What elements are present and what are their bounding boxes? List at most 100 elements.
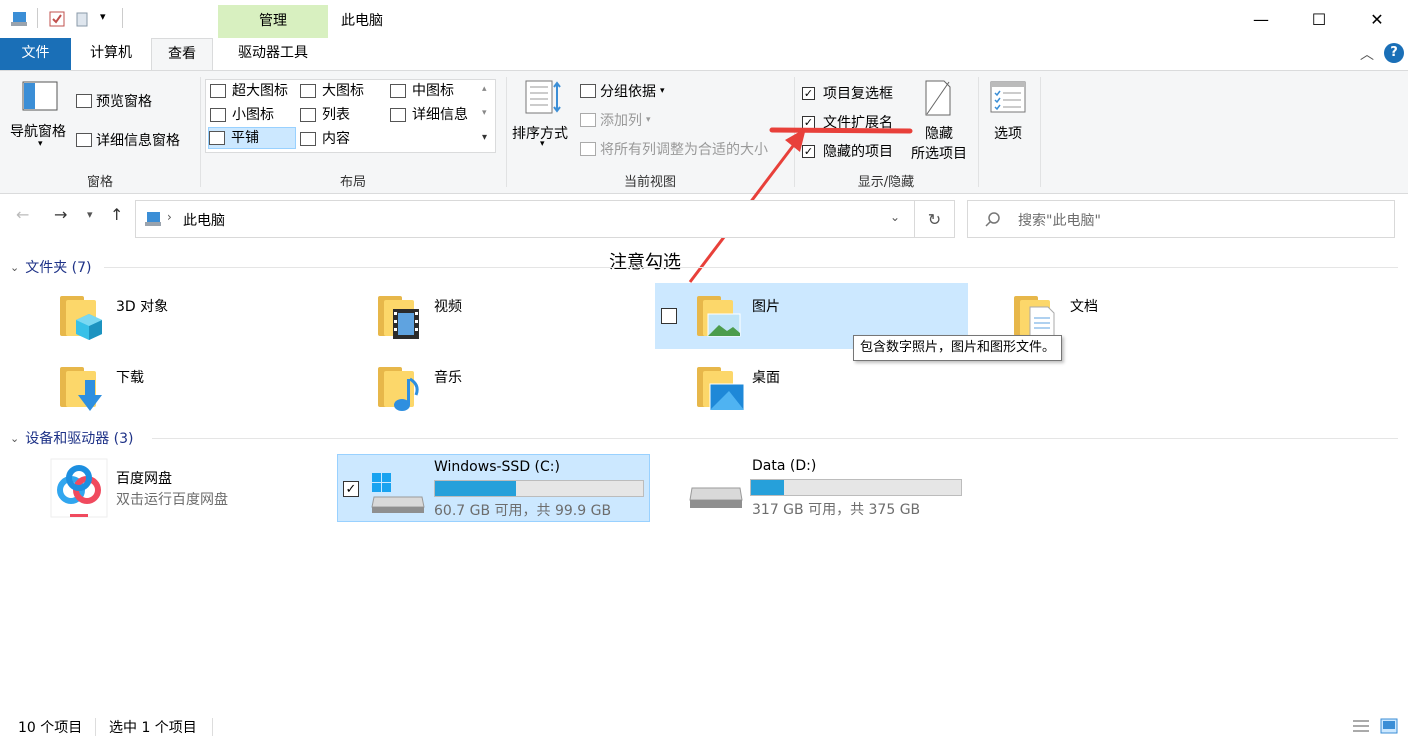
folder-name: 音乐 <box>434 370 462 386</box>
group-by-button[interactable]: 分组依据 ▾ <box>580 81 665 101</box>
tab-file[interactable]: 文件 <box>0 38 71 70</box>
drive-d-item[interactable]: Data (D:) 317 GB 可用，共 375 GB <box>688 454 988 522</box>
nav-pane-icon <box>22 81 58 111</box>
layout-large-icons[interactable]: 大图标 <box>300 80 386 102</box>
maximize-button[interactable]: ☐ <box>1290 0 1348 38</box>
hidden-items-checkbox[interactable]: ✓ <box>802 144 815 158</box>
folder-videos[interactable]: 视频 <box>374 286 634 348</box>
drive-space: 317 GB 可用，共 375 GB <box>752 502 921 518</box>
layout-extra-large-icons[interactable]: 超大图标 <box>210 80 296 102</box>
search-input[interactable]: 搜索"此电脑" <box>1018 210 1101 230</box>
address-bar[interactable]: › 此电脑 ⌄ <box>135 200 915 238</box>
forward-button[interactable]: → <box>54 205 67 224</box>
film-icon <box>393 309 419 339</box>
drive-name: Windows-SSD (C:) <box>434 459 560 475</box>
sort-by-button[interactable]: 排序方式 ▾ <box>512 77 576 167</box>
nav-pane-button[interactable]: 导航窗格 ▾ <box>8 77 76 165</box>
folder-desktop[interactable]: 桌面 <box>693 357 953 419</box>
item-checkboxes-label: 项目复选框 <box>823 86 893 102</box>
file-extensions-toggle[interactable]: ✓ 文件扩展名 <box>802 112 893 132</box>
layout-medium-icons[interactable]: 中图标 <box>390 80 480 102</box>
refresh-button[interactable]: ↻ <box>915 200 955 238</box>
options-button[interactable]: 选项 <box>984 77 1032 167</box>
section-header-devices[interactable]: ⌄ 设备和驱动器 (3) <box>10 428 134 448</box>
details-pane-button[interactable]: 详细信息窗格 <box>76 130 180 150</box>
desktop-icon <box>709 383 745 411</box>
up-button[interactable]: ↑ <box>110 205 123 224</box>
hidden-items-label: 隐藏的项目 <box>823 144 893 160</box>
search-icon <box>985 212 1000 227</box>
back-button[interactable]: ← <box>16 205 29 224</box>
preview-pane-button[interactable]: 预览窗格 <box>76 91 152 111</box>
group-label-show-hide: 显示/隐藏 <box>857 175 915 190</box>
tab-view[interactable]: 查看 <box>151 38 213 70</box>
gallery-up-icon[interactable]: ▴ <box>482 84 487 94</box>
search-box[interactable]: 搜索"此电脑" <box>967 200 1395 238</box>
large-icons-icon <box>300 84 316 98</box>
group-separator <box>978 77 979 187</box>
item-checkbox[interactable] <box>661 308 677 324</box>
gallery-down-icon[interactable]: ▾ <box>482 108 487 118</box>
status-selected-count: 选中 1 个项目 <box>109 720 197 736</box>
file-extensions-checkbox[interactable]: ✓ <box>802 115 815 129</box>
small-icons-icon <box>210 108 226 122</box>
close-button[interactable]: ✕ <box>1348 0 1406 38</box>
help-icon[interactable]: ? <box>1384 43 1404 63</box>
group-by-icon <box>580 84 596 98</box>
folder-name: 下载 <box>116 370 144 386</box>
group-label-panes: 窗格 <box>86 175 113 190</box>
3d-cube-icon <box>76 314 102 340</box>
fit-columns-icon <box>580 142 596 156</box>
fit-columns-button[interactable]: 将所有列调整为合适的大小 <box>580 139 790 159</box>
minimize-button[interactable]: — <box>1232 0 1290 38</box>
large-icons-view-icon[interactable] <box>1380 718 1398 734</box>
item-name: 百度网盘 <box>116 471 172 487</box>
hard-drive-icon <box>689 487 743 508</box>
drive-usage-bar <box>750 479 962 496</box>
layout-details[interactable]: 详细信息 <box>390 104 480 126</box>
chevron-down-icon: ⌄ <box>10 260 20 274</box>
hidden-items-toggle[interactable]: ✓ 隐藏的项目 <box>802 141 893 161</box>
baidu-netdisk-item[interactable]: 百度网盘 双击运行百度网盘 <box>48 458 328 520</box>
context-tab-header: 管理 <box>218 5 328 38</box>
layout-list[interactable]: 列表 <box>300 104 386 126</box>
content-icon <box>300 132 316 146</box>
group-label-layout: 布局 <box>339 175 366 190</box>
folder-music[interactable]: 音乐 <box>374 357 634 419</box>
windows-drive-icon <box>371 473 425 513</box>
layout-small-icons[interactable]: 小图标 <box>210 104 296 126</box>
tab-drive-tools[interactable]: 驱动器工具 <box>218 38 328 70</box>
tab-computer[interactable]: 计算机 <box>80 38 142 70</box>
hide-selected-icon <box>925 80 951 116</box>
ribbon-tabs: 文件 计算机 查看 驱动器工具 ︿ ? <box>0 38 1408 70</box>
layout-tiles[interactable]: 平铺 <box>208 127 296 149</box>
layout-content[interactable]: 内容 <box>300 128 386 150</box>
properties-icon[interactable] <box>48 10 66 28</box>
status-item-count: 10 个项目 <box>18 720 83 736</box>
new-folder-icon[interactable] <box>74 10 92 28</box>
address-dropdown-icon[interactable]: ⌄ <box>890 210 900 224</box>
folder-downloads[interactable]: 下载 <box>56 357 316 419</box>
item-checkbox[interactable]: ✓ <box>343 481 359 497</box>
item-checkboxes-toggle[interactable]: ✓ 项目复选框 <box>802 83 893 103</box>
hide-selected-button[interactable]: 隐藏 所选项目 <box>906 77 972 167</box>
collapse-ribbon-icon[interactable]: ︿ <box>1360 44 1374 64</box>
drive-usage-fill <box>435 481 517 496</box>
details-view-icon[interactable] <box>1352 718 1370 734</box>
section-header-folders[interactable]: ⌄ 文件夹 (7) <box>10 257 92 277</box>
add-column-button[interactable]: 添加列 ▾ <box>580 110 651 130</box>
breadcrumb-chevron-icon[interactable]: › <box>167 210 172 224</box>
folder-3d-objects[interactable]: 3D 对象 <box>56 286 316 348</box>
drive-c-item[interactable]: ✓ Windows-SSD (C:) 60.7 GB 可用，共 99.9 GB <box>337 454 650 522</box>
details-pane-label: 详细信息窗格 <box>96 133 180 149</box>
item-checkboxes-checkbox[interactable]: ✓ <box>802 86 815 100</box>
layout-gallery: 超大图标 大图标 中图标 小图标 列表 详细信息 平铺 内容 ▴ ▾ ▾ <box>205 79 496 153</box>
add-column-icon <box>580 113 596 127</box>
breadcrumb[interactable]: 此电脑 <box>183 210 225 230</box>
customize-qat-icon[interactable]: ▾ <box>100 10 106 23</box>
details-pane-icon <box>76 133 92 147</box>
gallery-more-icon[interactable]: ▾ <box>482 132 487 143</box>
folder-name: 3D 对象 <box>116 299 169 315</box>
baidu-netdisk-icon <box>50 458 108 518</box>
recent-locations-icon[interactable]: ▾ <box>87 208 93 221</box>
